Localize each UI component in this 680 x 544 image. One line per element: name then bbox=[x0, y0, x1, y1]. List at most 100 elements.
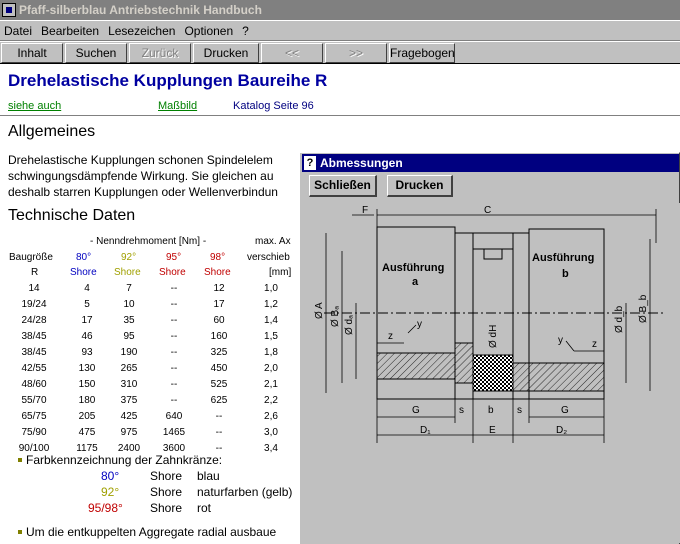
allgemeines-line: deshalb starren Kupplungen oder Wellenve… bbox=[8, 185, 278, 199]
dim-D2: D₂ bbox=[556, 425, 567, 436]
technische-daten-table: 14 4 7 -- 12 1,0 19/24 5 10 -- 17 1,2 24/28 17 35 -- 60 1… bbox=[0, 280, 300, 456]
dim-OdH: Ø dH bbox=[488, 325, 499, 348]
table-cell: 12 bbox=[213, 282, 225, 294]
table-cell: -- bbox=[170, 362, 178, 374]
table-row: 38/45 93 190 -- 325 1,8 bbox=[0, 344, 300, 360]
allgemeines-line: schwingungsdämpfende Wirkung. Sie gleich… bbox=[8, 169, 274, 183]
allgemeines-heading: Allgemeines bbox=[8, 123, 96, 140]
browse-back-button[interactable]: << bbox=[261, 43, 323, 63]
table-cell: -- bbox=[170, 330, 178, 342]
shore-label: Shore bbox=[114, 267, 141, 278]
table-cell: 2,1 bbox=[264, 378, 278, 390]
table-cell: 975 bbox=[120, 426, 138, 438]
table-cell: 17 bbox=[81, 314, 93, 326]
dim-E: E bbox=[489, 425, 496, 436]
table-cell: 19/24 bbox=[21, 298, 47, 310]
table-cell: 1,5 bbox=[264, 330, 278, 342]
table-cell: 60 bbox=[213, 314, 225, 326]
table-cell: 42/55 bbox=[21, 362, 47, 374]
table-cell: 475 bbox=[78, 426, 96, 438]
table-cell: 14 bbox=[28, 282, 40, 294]
r-header: R bbox=[31, 267, 39, 278]
table-cell: 1,4 bbox=[264, 314, 278, 326]
table-row: 65/75 205 425 640 -- 2,6 bbox=[0, 408, 300, 424]
table-cell: 65/75 bbox=[21, 410, 47, 422]
menu-datei[interactable]: Datei bbox=[0, 24, 37, 38]
ausfuehrung-a-label: Ausführung bbox=[382, 262, 444, 274]
menu-bearbeiten[interactable]: Bearbeiten bbox=[37, 24, 104, 38]
table-cell: 95 bbox=[123, 330, 135, 342]
dim-s-b: s bbox=[517, 405, 522, 416]
page-title: Drehelastische Kupplungen Baureihe R bbox=[8, 71, 328, 90]
dim-G-a: G bbox=[412, 405, 420, 416]
dialog-drucken-button[interactable]: Drucken bbox=[387, 175, 453, 197]
table-cell: 150 bbox=[78, 378, 96, 390]
toolbar: Inhalt Suchen Zurück Drucken << >> Frage… bbox=[0, 42, 680, 64]
table-cell: -- bbox=[170, 346, 178, 358]
dim-G-b: G bbox=[561, 405, 569, 416]
suchen-button[interactable]: Suchen bbox=[65, 43, 127, 63]
unit-mm-header: [mm] bbox=[269, 267, 292, 278]
browse-forward-button[interactable]: >> bbox=[325, 43, 387, 63]
menu-lesezeichen[interactable]: Lesezeichen bbox=[104, 24, 180, 38]
dim-Odb: Ø d_b bbox=[614, 305, 625, 333]
table-cell: 3,4 bbox=[264, 442, 278, 454]
menu-help[interactable]: ? bbox=[238, 24, 254, 38]
table-cell: 1,0 bbox=[264, 282, 278, 294]
table-cell: 5 bbox=[84, 298, 90, 310]
ausfuehrung-b-label: Ausführung bbox=[532, 252, 594, 264]
dim-OBa: Ø Bₐ bbox=[330, 306, 341, 327]
baugroesse-header: Baugröße bbox=[9, 252, 53, 263]
menu-optionen[interactable]: Optionen bbox=[180, 24, 238, 38]
dim-OA: Ø A bbox=[314, 302, 325, 319]
dialog-titlebar: ? Abmessungen bbox=[302, 154, 679, 172]
window-title: Pfaff-silberblau Antriebstechnik Handbuc… bbox=[19, 3, 262, 17]
hub-a-flange-section bbox=[454, 342, 474, 384]
ausfuehrung-b-letter: b bbox=[562, 268, 569, 280]
table-cell: -- bbox=[215, 410, 223, 422]
shore-80-header: 80° bbox=[76, 252, 92, 263]
drucken-button[interactable]: Drucken bbox=[193, 43, 259, 63]
table-cell: -- bbox=[170, 282, 178, 294]
aggregate-text: Um die entkuppelten Aggregate radial aus… bbox=[26, 525, 277, 539]
legend-color-name: blau bbox=[197, 469, 220, 483]
dim-F: F bbox=[362, 205, 368, 216]
table-cell: 525 bbox=[210, 378, 228, 390]
inhalt-button[interactable]: Inhalt bbox=[1, 43, 63, 63]
table-cell: 10 bbox=[123, 298, 135, 310]
massbild-link[interactable]: Maßbild bbox=[158, 100, 197, 112]
legend-shore: Shore bbox=[150, 485, 183, 499]
table-cell: 75/90 bbox=[21, 426, 47, 438]
siehe-auch-link[interactable]: siehe auch bbox=[8, 100, 61, 112]
table-cell: 205 bbox=[78, 410, 96, 422]
table-cell: 38/45 bbox=[21, 330, 47, 342]
farbkennzeichnung-text: Farbkennzeichnung der Zahnkränze: bbox=[26, 453, 223, 467]
table-cell: 3,0 bbox=[264, 426, 278, 438]
table-row: 75/90 475 975 1465 -- 3,0 bbox=[0, 424, 300, 440]
table-row: 19/24 5 10 -- 17 1,2 bbox=[0, 296, 300, 312]
table-row: 38/45 46 95 -- 160 1,5 bbox=[0, 328, 300, 344]
shore-label: Shore bbox=[159, 267, 186, 278]
table-cell: 375 bbox=[120, 394, 138, 406]
dim-C: C bbox=[484, 205, 491, 216]
table-cell: -- bbox=[215, 426, 223, 438]
fragebogen-button[interactable]: Fragebogen bbox=[389, 43, 455, 63]
table-cell: 2,2 bbox=[264, 394, 278, 406]
dim-z-a: z bbox=[388, 331, 393, 342]
zurueck-button[interactable]: Zurück bbox=[129, 43, 191, 63]
table-cell: -- bbox=[170, 314, 178, 326]
technische-daten-heading: Technische Daten bbox=[8, 207, 136, 224]
legend-color-name: rot bbox=[197, 501, 212, 515]
legend-shore: Shore bbox=[150, 501, 183, 515]
table-cell: 35 bbox=[123, 314, 135, 326]
table-cell: 425 bbox=[120, 410, 138, 422]
hub-a-section bbox=[376, 352, 456, 380]
table-cell: 310 bbox=[120, 378, 138, 390]
schliessen-button[interactable]: Schließen bbox=[309, 175, 377, 197]
table-cell: 17 bbox=[213, 298, 225, 310]
tooth bbox=[472, 232, 514, 250]
table-cell: 180 bbox=[78, 394, 96, 406]
table-cell: 24/28 bbox=[21, 314, 47, 326]
dim-OBb: Ø B_b bbox=[638, 294, 649, 323]
table-cell: 4 bbox=[84, 282, 90, 294]
